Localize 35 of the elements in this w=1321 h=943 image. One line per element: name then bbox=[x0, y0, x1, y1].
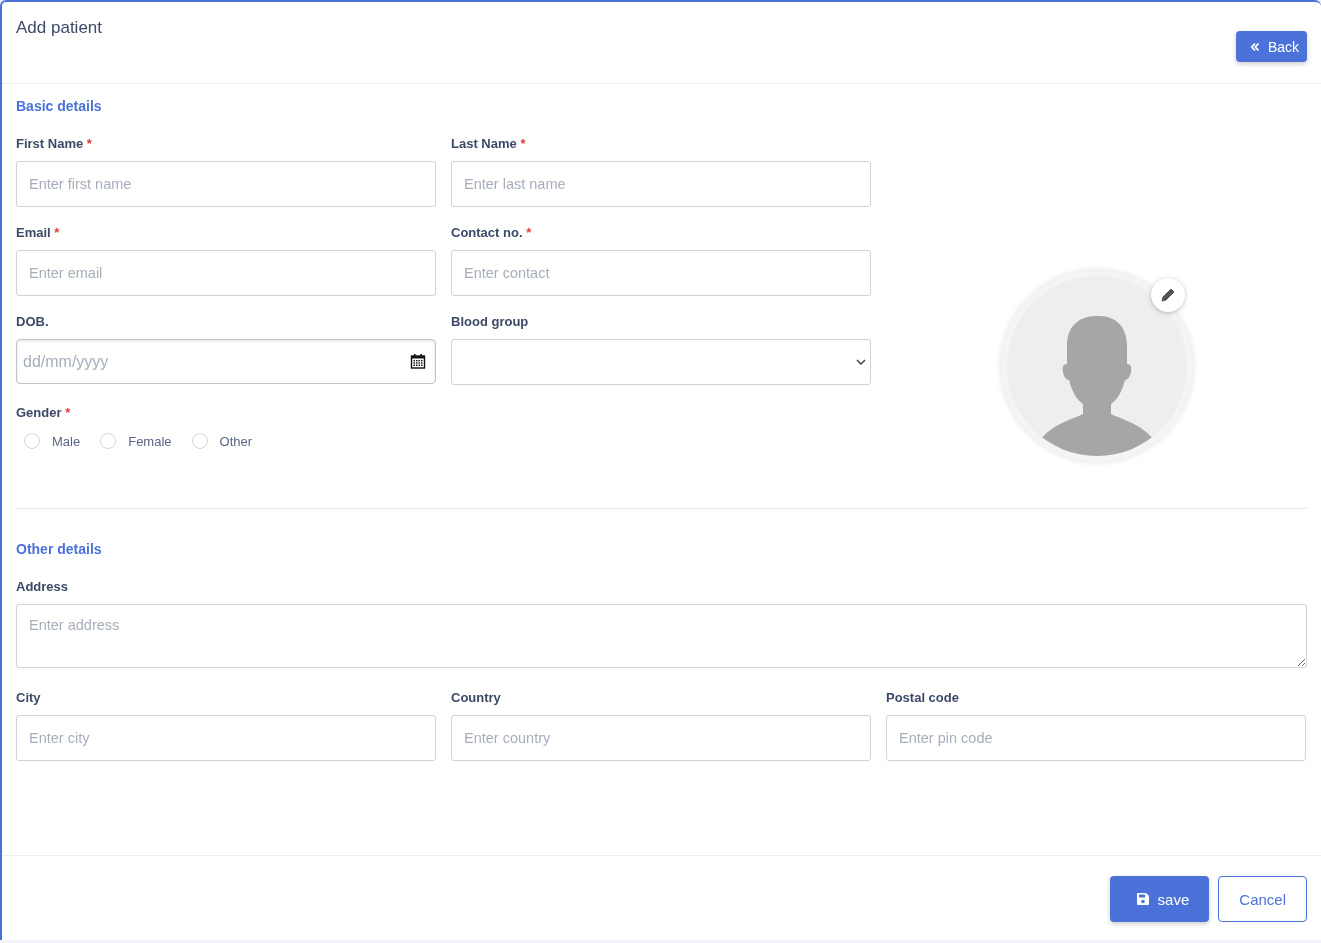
field-label: Email * bbox=[16, 225, 61, 240]
field-label: City bbox=[16, 690, 42, 705]
page-title: Add patient bbox=[16, 18, 102, 38]
date-field[interactable]: dd/mm/yyyy bbox=[16, 339, 436, 384]
field-label: Address bbox=[16, 579, 70, 594]
text-field[interactable]: Enter pin code bbox=[886, 715, 1306, 761]
field-label: First Name * bbox=[16, 136, 93, 151]
pencil-icon bbox=[1158, 286, 1177, 304]
field-label: Gender * bbox=[16, 405, 71, 420]
field-label: Contact no. * bbox=[451, 225, 533, 240]
cancel-button[interactable]: Cancel bbox=[1218, 876, 1307, 922]
select-field[interactable] bbox=[451, 339, 871, 385]
section-heading: Basic details bbox=[16, 98, 103, 114]
gender-radio[interactable]: Other bbox=[191, 433, 253, 449]
calendar-icon[interactable] bbox=[410, 353, 426, 369]
save-button[interactable]: save bbox=[1109, 876, 1210, 922]
chevron-down-icon bbox=[856, 359, 866, 365]
address-field[interactable]: Enter address bbox=[16, 604, 1307, 668]
text-field[interactable]: Enter first name bbox=[16, 161, 436, 207]
double-chevron-left-icon bbox=[1249, 41, 1260, 52]
text-field[interactable]: Enter contact bbox=[451, 250, 871, 296]
gender-radio[interactable]: Male bbox=[24, 433, 81, 449]
text-field[interactable]: Enter email bbox=[16, 250, 436, 296]
field-label: Last Name * bbox=[451, 136, 527, 151]
edit-photo-button[interactable] bbox=[1150, 278, 1185, 312]
field-label: Postal code bbox=[886, 690, 960, 705]
section-heading: Other details bbox=[16, 541, 103, 557]
text-field[interactable]: Enter last name bbox=[451, 161, 871, 207]
text-field[interactable]: Enter country bbox=[451, 715, 871, 761]
back-button[interactable]: Back bbox=[1235, 31, 1307, 62]
field-label: Blood group bbox=[451, 314, 530, 329]
field-label: DOB. bbox=[16, 314, 50, 329]
field-label: Country bbox=[451, 690, 502, 705]
gender-radio[interactable]: Female bbox=[100, 433, 172, 449]
text-field[interactable]: Enter city bbox=[16, 715, 436, 761]
